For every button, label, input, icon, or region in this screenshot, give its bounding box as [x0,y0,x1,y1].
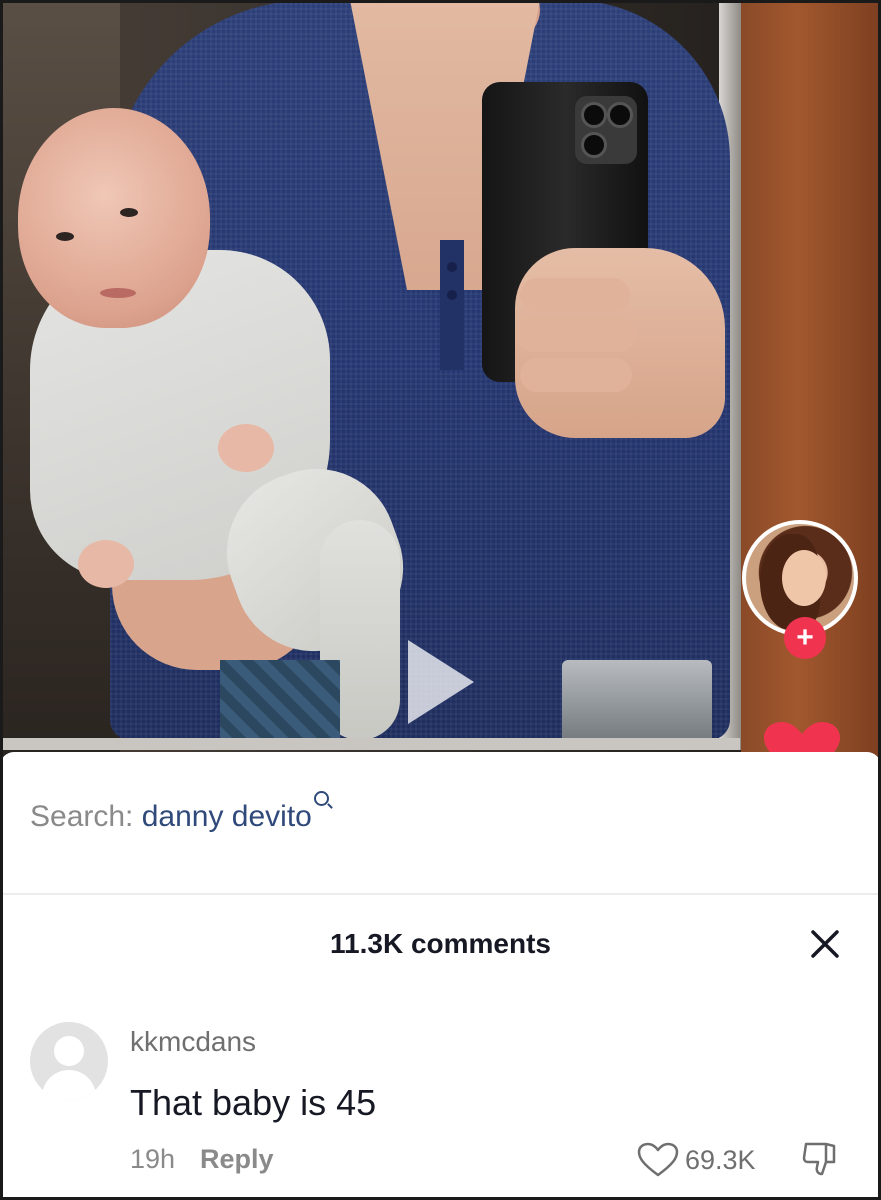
search-suggestion[interactable]: Search: danny devito [30,791,329,834]
baby-mouth [100,288,136,298]
jeans [220,660,340,740]
camera-lens [581,132,607,158]
commenter-avatar[interactable] [30,1022,108,1100]
comment-text: That baby is 45 [130,1082,377,1123]
finger [520,358,632,392]
comments-count: 11.3K comments [330,928,551,959]
baby-hand [218,424,274,472]
play-icon[interactable] [408,640,474,724]
shirt-button [447,290,457,300]
camera-lens [581,102,607,128]
reply-button[interactable]: Reply [200,1144,274,1175]
follow-plus-icon[interactable]: + [784,617,826,659]
baby-eye [120,208,138,217]
search-icon [313,791,329,806]
avatar-photo [746,524,854,632]
search-term: danny devito [141,800,312,833]
comment-time: 19h [130,1144,176,1174]
search-prefix: Search: [30,800,142,833]
close-icon[interactable] [805,924,845,964]
finger [520,278,630,312]
avatar-body-shape [42,1070,96,1100]
toothbrush-holder [562,660,712,748]
video-player[interactable]: + [0,0,881,760]
finger [516,318,636,352]
phone-camera [575,96,637,164]
like-count: 69.3K [685,1145,756,1175]
avatar-head-shape [54,1036,84,1066]
shirt-button [447,262,457,272]
dislike-icon[interactable] [800,1138,840,1178]
shirt-placket [440,240,464,370]
baby-hand [78,540,134,588]
divider [0,893,881,895]
comment-username[interactable]: kkmcdans [130,1026,256,1058]
avatar-face [782,550,826,606]
camera-lens [607,102,633,128]
mirror-frame [0,738,740,750]
heart-outline-icon[interactable] [637,1142,679,1178]
baby-eye [56,232,74,241]
